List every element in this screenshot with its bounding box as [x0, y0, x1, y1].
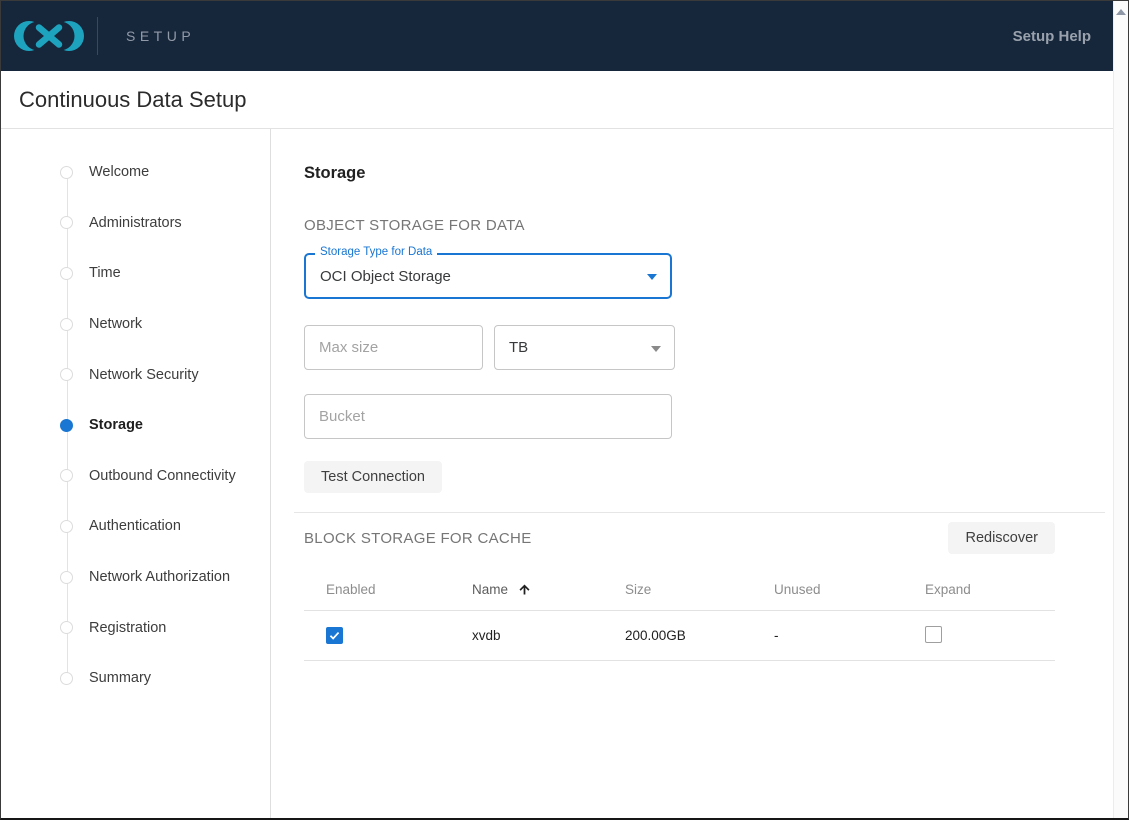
- setup-stepper: Welcome Administrators Time Network Netw…: [1, 129, 271, 818]
- test-connection-button[interactable]: Test Connection: [304, 461, 442, 493]
- page-title: Continuous Data Setup: [19, 86, 247, 112]
- block-storage-table: Enabled Name Size Unused Expand xvdb 200…: [304, 569, 1055, 661]
- delphix-logo-icon: [14, 21, 84, 51]
- block-storage-section-title: BLOCK STORAGE FOR CACHE: [304, 529, 532, 547]
- table-row: xvdb 200.00GB -: [304, 611, 1055, 661]
- disk-name-cell: xvdb: [472, 628, 501, 643]
- storage-panel: Storage OBJECT STORAGE FOR DATA Storage …: [271, 129, 1113, 818]
- step-outbound-connectivity[interactable]: Outbound Connectivity: [1, 451, 270, 502]
- product-name: SETUP: [126, 28, 196, 44]
- step-circle-icon: [60, 317, 73, 331]
- step-registration[interactable]: Registration: [1, 602, 270, 653]
- storage-type-select-value: OCI Object Storage: [320, 267, 451, 285]
- setup-help-link[interactable]: Setup Help: [1013, 28, 1091, 45]
- step-circle-icon: [60, 570, 73, 584]
- step-summary[interactable]: Summary: [1, 653, 270, 704]
- table-header-row: Enabled Name Size Unused Expand: [304, 569, 1055, 611]
- app-window: SETUP Setup Help Continuous Data Setup W…: [0, 0, 1129, 820]
- step-circle-icon: [60, 469, 73, 483]
- object-storage-section-title: OBJECT STORAGE FOR DATA: [304, 217, 525, 234]
- max-size-input[interactable]: [304, 325, 483, 370]
- section-divider: [294, 512, 1105, 513]
- scroll-up-arrow-icon[interactable]: [1116, 9, 1126, 15]
- column-header-name-sort[interactable]: Name: [472, 582, 625, 597]
- step-circle-icon: [60, 671, 73, 685]
- size-unit-select[interactable]: TB: [494, 325, 675, 370]
- sort-ascending-arrow-icon: [517, 582, 532, 597]
- bucket-input[interactable]: [304, 394, 672, 439]
- step-circle-icon: [60, 519, 73, 533]
- step-storage[interactable]: Storage: [1, 400, 270, 451]
- step-time[interactable]: Time: [1, 248, 270, 299]
- panel-heading: Storage: [304, 164, 366, 182]
- disk-unused-cell: -: [774, 628, 779, 643]
- column-header-enabled: Enabled: [326, 582, 376, 597]
- chevron-down-icon: [647, 274, 657, 280]
- enabled-checkbox[interactable]: [326, 626, 343, 644]
- topbar-divider: [97, 17, 98, 55]
- column-header-size: Size: [625, 582, 652, 597]
- column-header-unused: Unused: [774, 582, 821, 597]
- step-authentication[interactable]: Authentication: [1, 501, 270, 552]
- title-bar: Continuous Data Setup: [1, 71, 1113, 129]
- column-header-expand: Expand: [925, 582, 971, 597]
- step-network[interactable]: Network: [1, 299, 270, 350]
- top-navigation-bar: SETUP Setup Help: [1, 1, 1113, 71]
- step-circle-icon: [60, 266, 73, 280]
- step-circle-icon: [60, 216, 73, 230]
- step-circle-active-icon: [60, 418, 73, 432]
- disk-size-cell: 200.00GB: [625, 628, 686, 643]
- storage-type-select-label: Storage Type for Data: [315, 246, 438, 258]
- vertical-scrollbar[interactable]: [1113, 1, 1128, 818]
- expand-checkbox[interactable]: [925, 625, 942, 643]
- step-network-authorization[interactable]: Network Authorization: [1, 552, 270, 603]
- storage-type-select[interactable]: Storage Type for Data OCI Object Storage: [304, 246, 672, 299]
- chevron-down-icon: [651, 345, 661, 352]
- step-circle-icon: [60, 621, 73, 635]
- step-administrators[interactable]: Administrators: [1, 198, 270, 249]
- step-welcome[interactable]: Welcome: [1, 147, 270, 198]
- step-network-security[interactable]: Network Security: [1, 349, 270, 400]
- step-circle-icon: [60, 165, 73, 179]
- rediscover-button[interactable]: Rediscover: [948, 522, 1055, 554]
- step-circle-icon: [60, 368, 73, 382]
- size-unit-select-value: TB: [509, 339, 529, 356]
